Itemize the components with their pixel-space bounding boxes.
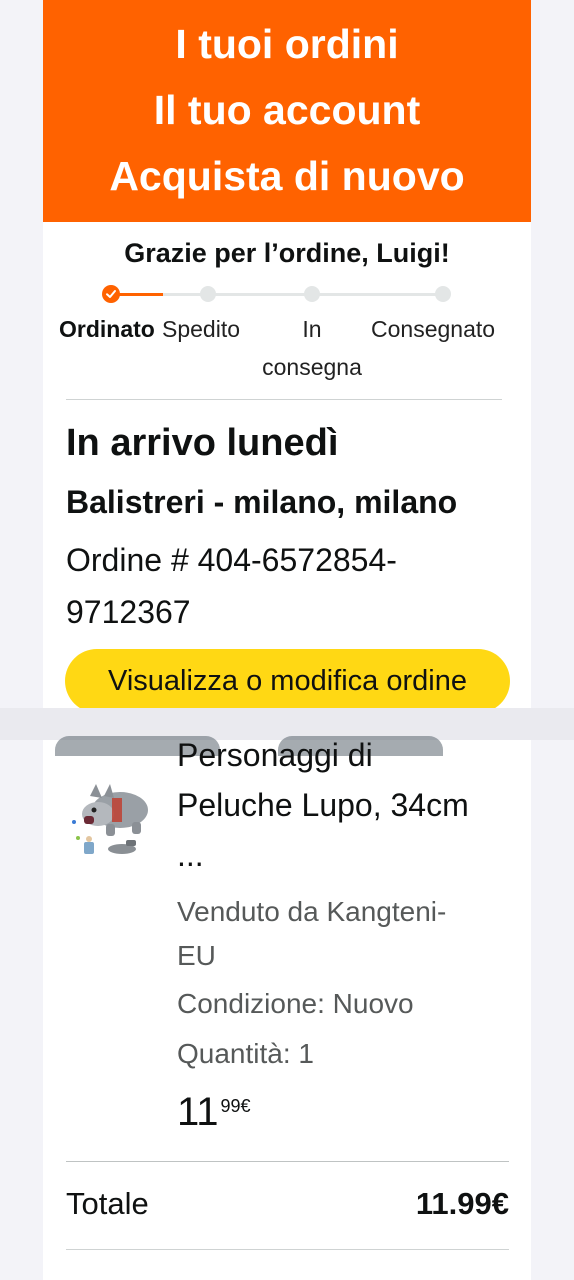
item-price: 11 99€ [177, 1090, 251, 1134]
step-ordered-label: Ordinato [59, 316, 155, 342]
shipped-dot-icon [200, 286, 216, 302]
total-label: Totale [66, 1186, 149, 1221]
your-account-link[interactable]: Il tuo account [43, 86, 531, 134]
bottom-divider [66, 1249, 509, 1250]
total-amount: 11.99€ [415, 1186, 509, 1221]
thank-you-heading: Grazie per l’ordine, Luigi! [124, 238, 450, 268]
total-divider [66, 1161, 509, 1162]
order-links-banner: I tuoi ordini Il tuo account Acquista di… [43, 0, 531, 222]
step-in-delivery-label: In consegna [262, 316, 362, 380]
view-or-edit-order-button[interactable]: Visualizza o modifica ordine [65, 649, 510, 713]
ordered-check-icon [102, 285, 120, 303]
in-delivery-dot-icon [304, 286, 320, 302]
your-orders-link[interactable]: I tuoi ordini [43, 20, 531, 68]
order-number: Ordine # 404-6572854- 9712367 [66, 542, 397, 630]
wolf-plush-product-icon[interactable] [70, 776, 160, 866]
product-title-link[interactable]: Personaggi di Peluche Lupo, 34cm ... [177, 730, 517, 880]
step-shipped-label: Spedito [162, 316, 241, 342]
seller-info: Venduto da Kangteni- EU [177, 896, 447, 971]
arrival-date-heading: In arrivo lunedì [66, 422, 339, 464]
section-divider [66, 399, 502, 400]
item-condition: Condizione: Nuovo [177, 988, 414, 1019]
delivered-dot-icon [435, 286, 451, 302]
buy-again-link[interactable]: Acquista di nuovo [43, 152, 531, 200]
item-quantity: Quantità: 1 [177, 1038, 314, 1069]
shipping-address: Balistreri - milano, milano [66, 484, 458, 520]
step-delivered-label: Consegnato [371, 316, 496, 342]
